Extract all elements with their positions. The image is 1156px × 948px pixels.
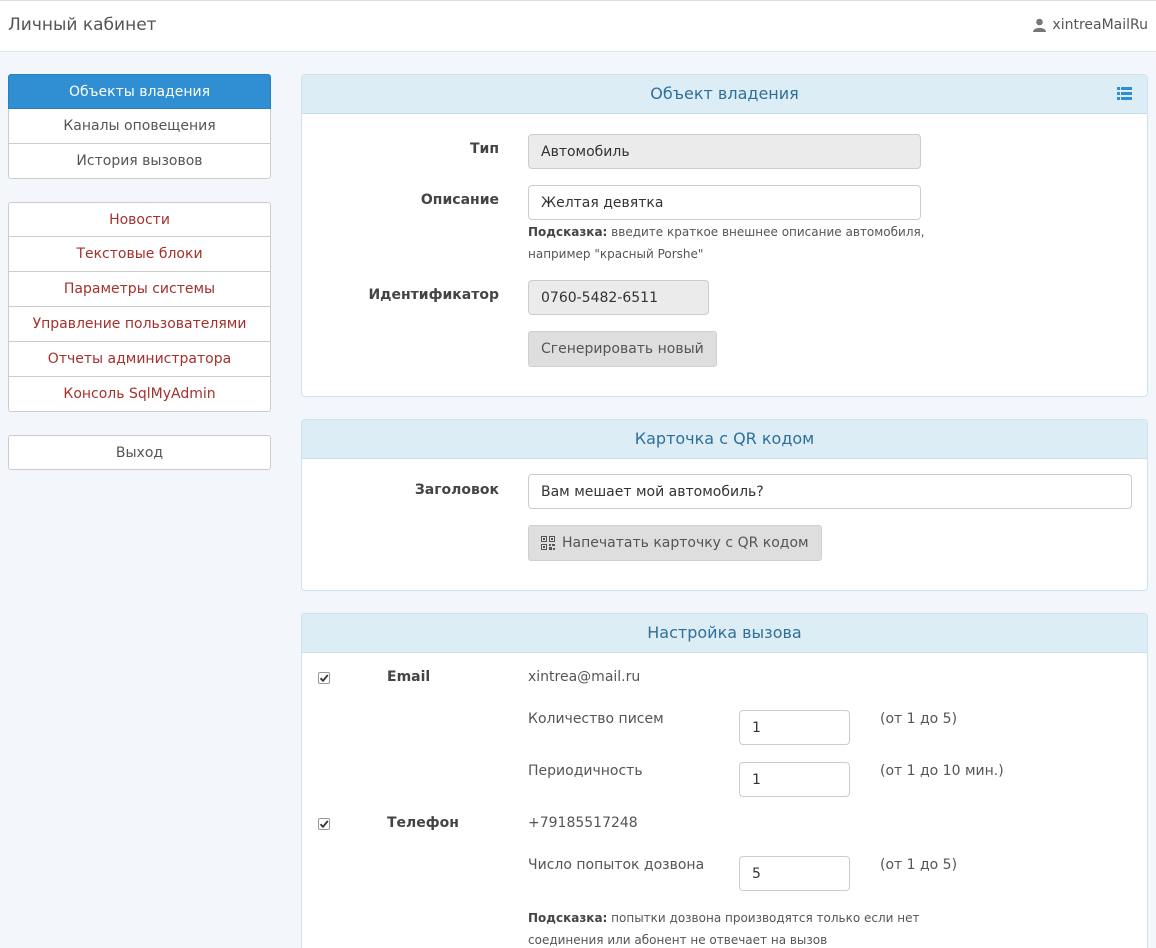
- print-qr-card-button-label: Напечатать карточку с QR кодом: [562, 535, 809, 551]
- phone-value: +79185517248: [528, 815, 638, 831]
- sidebar-item-sqlmyadmin-console[interactable]: Консоль SqlMyAdmin: [8, 377, 271, 412]
- print-qr-card-button[interactable]: Напечатать карточку с QR кодом: [528, 525, 822, 561]
- card-header-input[interactable]: [528, 474, 1132, 509]
- call-settings-title: Настройка вызова: [647, 623, 802, 642]
- qr-panel-title: Карточка с QR кодом: [634, 429, 815, 448]
- user-name: xintreaMailRu: [1052, 17, 1148, 33]
- sidebar-item-text-blocks[interactable]: Текстовые блоки: [8, 237, 271, 272]
- phone-hint: Подсказка: попытки дозвона производятся …: [528, 907, 919, 948]
- letters-count-label: Количество писем: [528, 711, 664, 727]
- top-navbar: Личный кабинет xintreaMailRu: [0, 0, 1156, 52]
- periodicity-label: Периодичность: [528, 763, 643, 779]
- generate-new-button[interactable]: Сгенерировать новый: [528, 331, 717, 367]
- phone-hint-line1: попытки дозвона производятся только если…: [607, 911, 920, 925]
- description-hint: Подсказка: введите краткое внешнее описа…: [528, 221, 925, 265]
- description-hint-line2: например "красный Porshe": [528, 247, 704, 261]
- sidebar-group-main: Объекты владения Каналы оповещения Истор…: [8, 74, 271, 179]
- identifier-field[interactable]: [528, 280, 709, 315]
- phone-label: Телефон: [387, 815, 459, 831]
- phone-hint-prefix: Подсказка:: [528, 911, 608, 925]
- description-label: Описание: [420, 192, 499, 208]
- sidebar-item-call-history[interactable]: История вызовов: [8, 144, 271, 179]
- phone-checkbox[interactable]: [318, 818, 330, 830]
- description-hint-prefix: Подсказка:: [528, 225, 608, 239]
- call-settings-panel: Настройка вызова Email xintrea@mail.ru К…: [301, 613, 1148, 948]
- sidebar-item-user-management[interactable]: Управление пользователями: [8, 307, 271, 342]
- type-field[interactable]: [528, 134, 921, 169]
- ownership-panel-title: Объект владения: [650, 84, 799, 103]
- sidebar-item-news[interactable]: Новости: [8, 202, 271, 237]
- sidebar-item-system-parameters[interactable]: Параметры системы: [8, 272, 271, 307]
- dial-attempts-label: Число попыток дозвона: [528, 857, 705, 873]
- qrcode-icon: [541, 536, 555, 550]
- description-hint-line1: введите краткое внешнее описание автомоб…: [607, 225, 925, 239]
- sidebar-group-admin: Новости Текстовые блоки Параметры систем…: [8, 202, 271, 412]
- sidebar-item-notification-channels[interactable]: Каналы оповещения: [8, 109, 271, 144]
- qr-card-panel: Карточка с QR кодом Заголовок Напечатать…: [301, 419, 1148, 591]
- email-value: xintrea@mail.ru: [528, 669, 641, 685]
- dial-attempts-input[interactable]: [739, 856, 850, 891]
- description-input[interactable]: [528, 185, 921, 220]
- qr-panel-heading: Карточка с QR кодом: [302, 420, 1147, 459]
- sidebar-item-admin-reports[interactable]: Отчеты администратора: [8, 342, 271, 377]
- phone-hint-line2: соединения или абонент не отвечает на вы…: [528, 933, 828, 947]
- user-menu[interactable]: xintreaMailRu: [1033, 17, 1148, 33]
- card-header-label: Заголовок: [414, 482, 499, 498]
- list-icon[interactable]: [1117, 87, 1132, 101]
- sidebar-group-logout: Выход: [8, 435, 271, 470]
- sidebar-item-ownership-objects[interactable]: Объекты владения: [8, 74, 271, 109]
- brand-title[interactable]: Личный кабинет: [8, 15, 157, 35]
- letters-count-input[interactable]: [739, 710, 850, 745]
- logout-button[interactable]: Выход: [8, 435, 271, 470]
- identifier-label: Идентификатор: [368, 287, 499, 303]
- email-checkbox[interactable]: [318, 672, 330, 684]
- ownership-object-panel: Объект владения Тип Описание Подсказка: …: [301, 74, 1148, 397]
- user-icon: [1033, 18, 1047, 32]
- call-settings-heading: Настройка вызова: [302, 614, 1147, 653]
- periodicity-range: (от 1 до 10 мин.): [880, 763, 1004, 779]
- dial-attempts-range: (от 1 до 5): [880, 857, 958, 873]
- type-label: Тип: [469, 141, 499, 157]
- email-label: Email: [387, 669, 431, 685]
- ownership-panel-heading: Объект владения: [302, 75, 1147, 114]
- periodicity-input[interactable]: [739, 762, 850, 797]
- letters-count-range: (от 1 до 5): [880, 711, 958, 727]
- generate-new-button-label: Сгенерировать новый: [541, 341, 704, 357]
